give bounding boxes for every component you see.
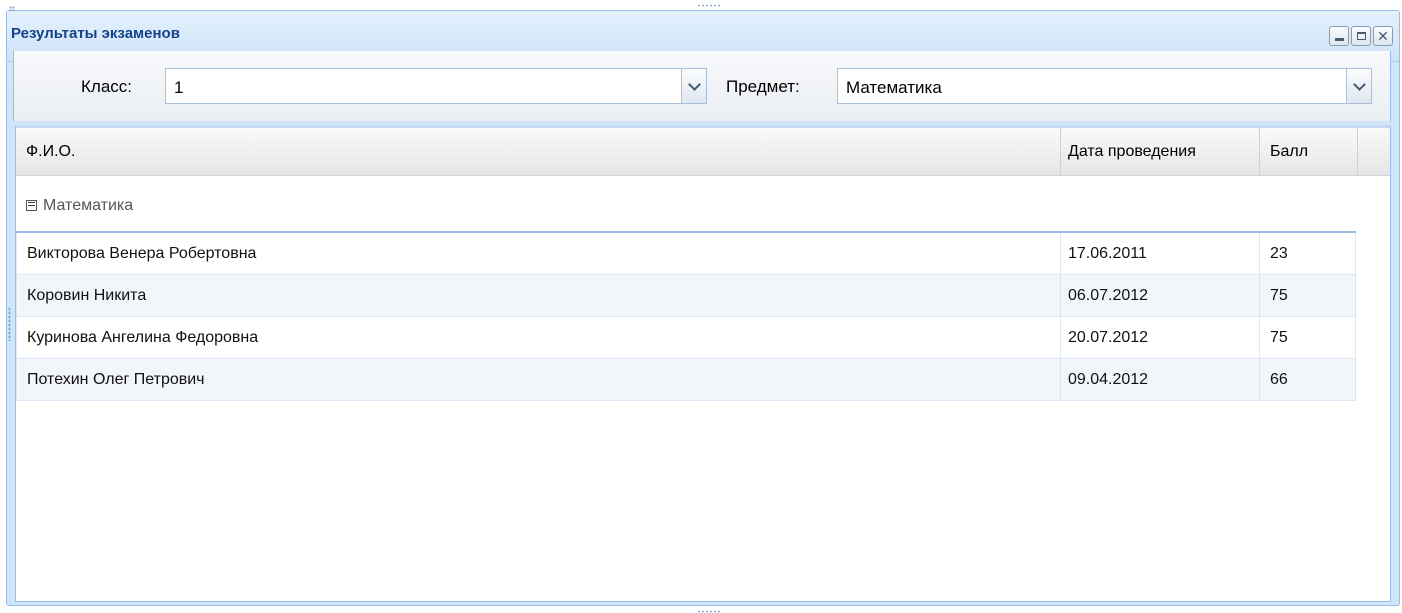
- cell-name: Потехин Олег Петрович: [17, 359, 1061, 400]
- column-header-name[interactable]: Ф.И.О.: [16, 128, 1061, 175]
- subject-label: Предмет:: [726, 77, 800, 96]
- cell-score: 66: [1270, 371, 1288, 388]
- class-combobox-value: 1: [174, 78, 184, 97]
- class-label: Класс:: [81, 77, 132, 96]
- cell-name: Коровин Никита: [17, 275, 1061, 316]
- collapse-group-icon[interactable]: [26, 200, 37, 211]
- cell-date: 20.07.2012: [1061, 317, 1260, 358]
- table-row[interactable]: Потехин Олег Петрович 09.04.2012 66: [16, 359, 1356, 401]
- class-combobox[interactable]: 1: [165, 68, 707, 104]
- class-dropdown-trigger[interactable]: [681, 69, 706, 103]
- cell-score: 75: [1270, 287, 1288, 304]
- group-header-row[interactable]: Математика: [16, 196, 1356, 226]
- window-title: Результаты экзаменов: [11, 25, 180, 42]
- filter-toolbar: Класс: 1 Предмет: Математика: [13, 51, 1391, 121]
- close-icon: ✕: [1377, 28, 1389, 44]
- maximize-icon: [1356, 32, 1366, 40]
- minimize-icon: [1334, 37, 1344, 41]
- grid-header: Ф.И.О. Дата проведения Балл: [16, 128, 1390, 176]
- cell-date: 09.04.2012: [1061, 359, 1260, 400]
- column-header-score[interactable]: Балл: [1260, 128, 1358, 175]
- table-row[interactable]: Коровин Никита 06.07.2012 75: [16, 275, 1356, 317]
- cell-name: Викторова Венера Робертовна: [17, 233, 1061, 274]
- resize-handle-top[interactable]: [697, 4, 721, 7]
- cell-date: 17.06.2011: [1061, 233, 1260, 274]
- resize-handle-left[interactable]: [8, 307, 11, 341]
- results-grid: Ф.И.О. Дата проведения Балл Математика В…: [15, 125, 1391, 602]
- subject-dropdown-trigger[interactable]: [1346, 69, 1371, 103]
- table-row[interactable]: Викторова Венера Робертовна 17.06.2011 2…: [16, 233, 1356, 275]
- group-label: Математика: [43, 197, 134, 214]
- cell-date: 06.07.2012: [1061, 275, 1260, 316]
- chevron-down-icon: [1352, 77, 1366, 91]
- window-controls: ✕: [1329, 26, 1393, 46]
- column-header-date[interactable]: Дата проведения: [1061, 128, 1260, 175]
- table-row[interactable]: Куринова Ангелина Федоровна 20.07.2012 7…: [16, 317, 1356, 359]
- subject-combobox-value: Математика: [846, 78, 942, 97]
- close-button[interactable]: ✕: [1373, 26, 1393, 46]
- subject-combobox[interactable]: Математика: [837, 68, 1372, 104]
- minimize-button[interactable]: [1329, 26, 1349, 46]
- chevron-down-icon: [687, 77, 701, 91]
- cell-score: 75: [1270, 329, 1288, 346]
- cell-score: 23: [1270, 245, 1288, 262]
- maximize-button[interactable]: [1351, 26, 1371, 46]
- cell-name: Куринова Ангелина Федоровна: [17, 317, 1061, 358]
